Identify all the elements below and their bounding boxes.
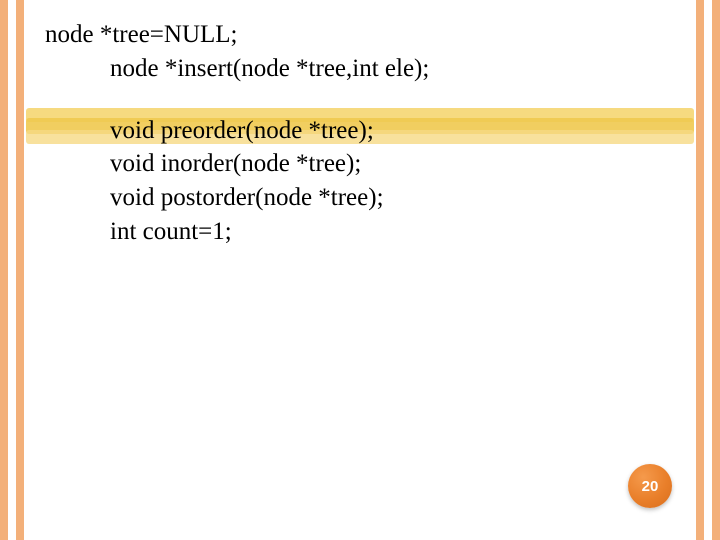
code-line-4: void inorder(node *tree);: [45, 147, 675, 181]
right-stripe-outer: [712, 0, 720, 540]
code-line-6: int count=1;: [45, 215, 675, 249]
right-stripe-gap: [704, 0, 712, 540]
left-stripe-inner: [16, 0, 24, 540]
page-number: 20: [642, 478, 659, 495]
code-line-1: node *tree=NULL;: [45, 18, 675, 52]
left-stripe-outer: [0, 0, 8, 540]
code-line-5: void postorder(node *tree);: [45, 181, 675, 215]
code-line-2: node *insert(node *tree,int ele);: [45, 52, 675, 86]
blank-line: [45, 86, 675, 114]
page-number-badge: 20: [628, 464, 672, 508]
left-stripe-gap: [8, 0, 16, 540]
right-stripe-inner: [696, 0, 704, 540]
code-block: node *tree=NULL; node *insert(node *tree…: [45, 18, 675, 249]
code-line-3: void preorder(node *tree);: [45, 114, 675, 148]
